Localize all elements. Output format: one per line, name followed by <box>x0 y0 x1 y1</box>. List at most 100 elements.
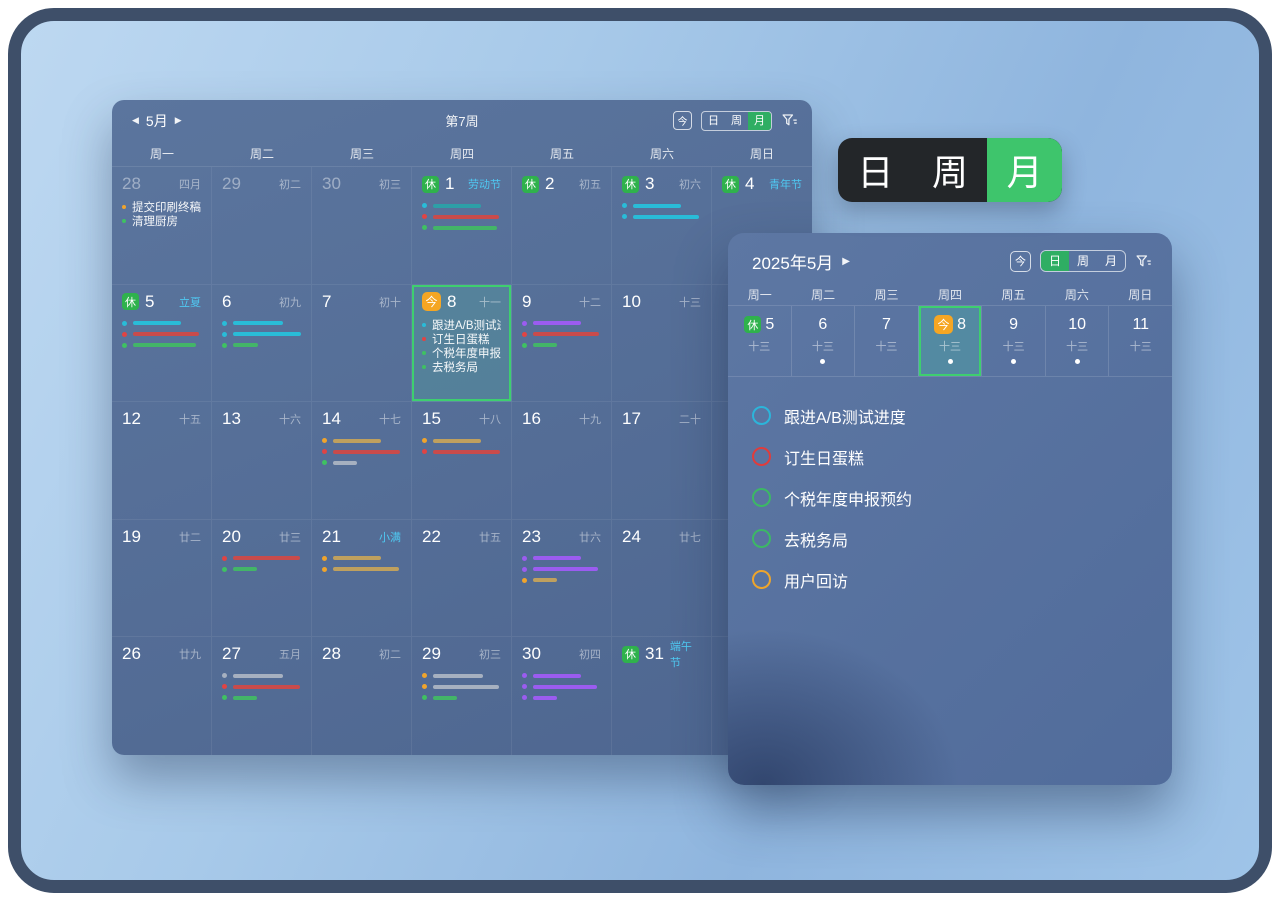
day-cell[interactable]: 休1劳动节 <box>412 167 512 285</box>
event-bar-item[interactable] <box>222 564 301 575</box>
day-cell[interactable]: 29初三 <box>412 637 512 755</box>
event-bar-item[interactable] <box>222 553 301 564</box>
todo-checkbox[interactable] <box>752 488 771 507</box>
day-cell[interactable]: 30初三 <box>312 167 412 285</box>
month-view-option[interactable]: 月 <box>748 112 771 130</box>
today-button[interactable]: 今 <box>1010 251 1031 272</box>
day-view-view-option[interactable]: 日 <box>1041 251 1069 271</box>
day-cell[interactable]: 21小满 <box>312 520 412 638</box>
todo-checkbox[interactable] <box>752 529 771 548</box>
day-cell[interactable]: 13十六 <box>212 402 312 520</box>
event-bar-item[interactable] <box>222 329 301 340</box>
event-bar-item[interactable] <box>522 318 601 329</box>
event-bar-item[interactable] <box>422 681 501 692</box>
day-cell[interactable]: 19廿二 <box>112 520 212 638</box>
big-toggle-option[interactable]: 日 <box>838 138 913 202</box>
day-cell[interactable]: 16十九 <box>512 402 612 520</box>
event-bar-item[interactable] <box>522 553 601 564</box>
event-bar-item[interactable] <box>422 211 501 222</box>
week-strip-day-cell[interactable]: 休5十三 <box>728 306 791 376</box>
todo-item[interactable]: 个税年度申报预约 <box>752 477 1148 518</box>
event-bar-item[interactable] <box>222 340 301 351</box>
big-toggle-option[interactable]: 月 <box>987 138 1062 202</box>
day-cell[interactable]: 今8十一跟进A/B测试进度订生日蛋糕个税年度申报预约去税务局 <box>412 285 512 403</box>
event-bar-item[interactable] <box>522 340 601 351</box>
week-strip-day-cell[interactable]: 今8十三 <box>918 306 982 376</box>
event-bar-item[interactable] <box>322 564 401 575</box>
day-cell[interactable]: 12十五 <box>112 402 212 520</box>
today-button[interactable]: 今 <box>673 111 692 130</box>
event-bar-item[interactable] <box>522 681 601 692</box>
day-cell[interactable]: 28初二 <box>312 637 412 755</box>
event-bar-item[interactable] <box>522 670 601 681</box>
day-cell[interactable]: 休31端午节 <box>612 637 712 755</box>
event-bar-item[interactable] <box>422 670 501 681</box>
day-cell[interactable]: 20廿三 <box>212 520 312 638</box>
todo-checkbox[interactable] <box>752 447 771 466</box>
event-bar-item[interactable] <box>122 329 201 340</box>
day-cell[interactable]: 24廿七 <box>612 520 712 638</box>
month-view-option[interactable]: 周 <box>725 112 748 130</box>
filter-icon[interactable] <box>1135 253 1152 270</box>
todo-item[interactable]: 跟进A/B测试进度 <box>752 395 1148 436</box>
event-bar-item[interactable] <box>322 457 401 468</box>
day-cell[interactable]: 30初四 <box>512 637 612 755</box>
day-view-view-option[interactable]: 周 <box>1069 251 1097 271</box>
day-cell[interactable]: 14十七 <box>312 402 412 520</box>
week-strip-day-cell[interactable]: 6十三 <box>791 306 855 376</box>
event-bar-item[interactable] <box>122 340 201 351</box>
day-cell[interactable]: 22廿五 <box>412 520 512 638</box>
day-view-view-option[interactable]: 月 <box>1097 251 1125 271</box>
todo-item[interactable]: 订生日蛋糕 <box>752 436 1148 477</box>
day-cell[interactable]: 休5立夏 <box>112 285 212 403</box>
next-month-arrow-icon[interactable]: ▶ <box>175 115 182 126</box>
event-bar-item[interactable] <box>222 681 301 692</box>
day-cell[interactable]: 9十二 <box>512 285 612 403</box>
event-bar-item[interactable] <box>322 446 401 457</box>
day-cell[interactable]: 7初十 <box>312 285 412 403</box>
filter-icon[interactable] <box>781 112 798 129</box>
day-cell[interactable]: 6初九 <box>212 285 312 403</box>
event-bar-item[interactable] <box>222 318 301 329</box>
day-cell[interactable]: 27五月 <box>212 637 312 755</box>
day-cell[interactable]: 26廿九 <box>112 637 212 755</box>
next-arrow-icon[interactable]: ▶ <box>842 256 850 267</box>
month-view-option[interactable]: 日 <box>702 112 725 130</box>
event-bar-item[interactable] <box>122 318 201 329</box>
day-cell[interactable]: 10十三 <box>612 285 712 403</box>
day-cell[interactable]: 23廿六 <box>512 520 612 638</box>
event-bar-item[interactable] <box>622 211 701 222</box>
event-bar-item[interactable] <box>422 446 501 457</box>
event-bar-item[interactable] <box>522 564 601 575</box>
event-bar-item[interactable] <box>222 670 301 681</box>
todo-checkbox[interactable] <box>752 406 771 425</box>
todo-checkbox[interactable] <box>752 570 771 589</box>
event-bar-item[interactable] <box>222 692 301 703</box>
day-cell[interactable]: 休2初五 <box>512 167 612 285</box>
event-item[interactable]: 提交印刷终稿 <box>122 200 201 214</box>
day-cell[interactable]: 28四月提交印刷终稿清理厨房 <box>112 167 212 285</box>
event-item[interactable]: 去税务局 <box>422 360 501 374</box>
todo-item[interactable]: 用户回访 <box>752 559 1148 600</box>
event-bar-item[interactable] <box>322 553 401 564</box>
event-bar-item[interactable] <box>422 692 501 703</box>
day-cell[interactable]: 休3初六 <box>612 167 712 285</box>
event-bar-item[interactable] <box>622 200 701 211</box>
event-item[interactable]: 跟进A/B测试进度 <box>422 318 501 332</box>
event-bar-item[interactable] <box>522 575 601 586</box>
week-strip-day-cell[interactable]: 7十三 <box>854 306 918 376</box>
day-cell[interactable]: 15十八 <box>412 402 512 520</box>
day-cell[interactable]: 17二十 <box>612 402 712 520</box>
event-bar-item[interactable] <box>422 200 501 211</box>
big-toggle-option[interactable]: 周 <box>913 138 988 202</box>
event-bar-item[interactable] <box>422 222 501 233</box>
event-item[interactable]: 清理厨房 <box>122 214 201 228</box>
week-strip-day-cell[interactable]: 9十三 <box>981 306 1045 376</box>
event-item[interactable]: 个税年度申报预约 <box>422 346 501 360</box>
event-bar-item[interactable] <box>522 692 601 703</box>
prev-month-arrow-icon[interactable]: ◀ <box>132 115 139 126</box>
event-bar-item[interactable] <box>322 435 401 446</box>
todo-item[interactable]: 去税务局 <box>752 518 1148 559</box>
event-bar-item[interactable] <box>522 329 601 340</box>
event-bar-item[interactable] <box>422 435 501 446</box>
